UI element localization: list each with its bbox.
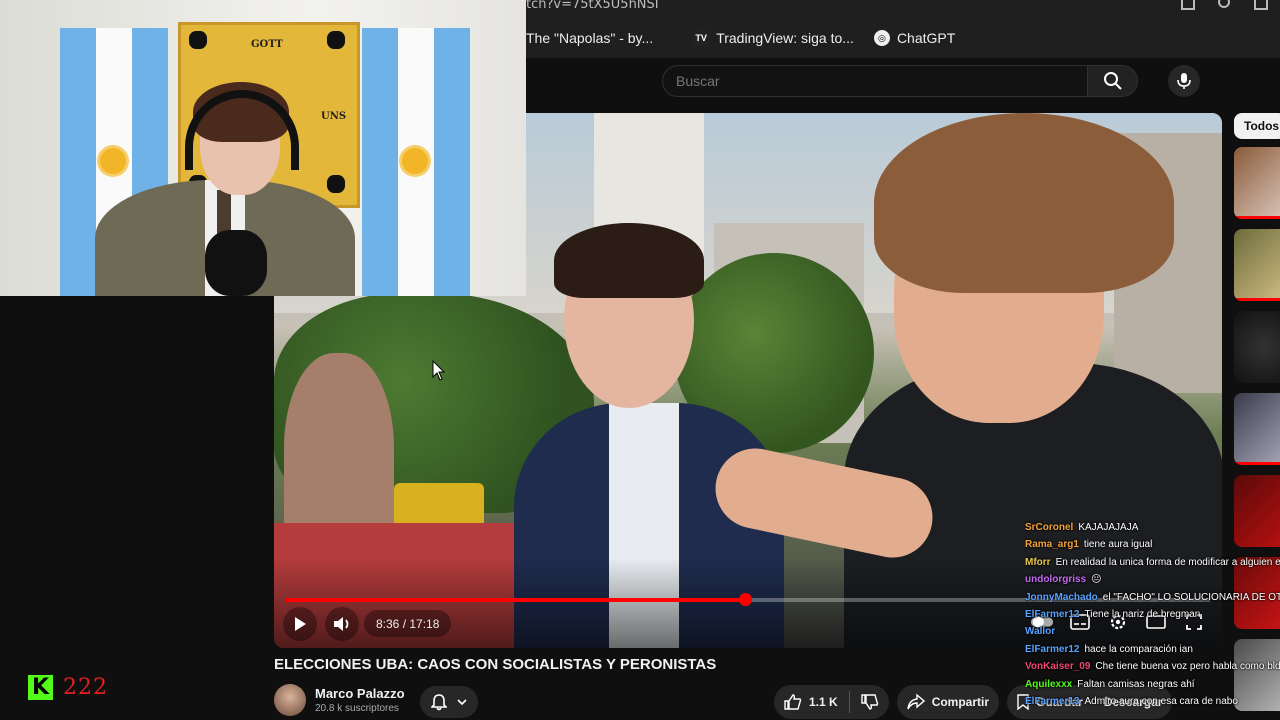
mouse-cursor-icon [432,360,446,381]
chat-message: Rama_arg1 tiene aura igual [1025,536,1280,553]
tradingview-icon: TV [693,30,710,46]
kick-logo-icon: K [28,675,53,700]
share-label: Compartir [931,695,990,709]
chat-message: JonnyMachado el "FACHO" LO SOLUCIONARIA D… [1025,589,1280,606]
extensions-icon[interactable] [1254,0,1268,10]
bookmark-label: ChatGPT [896,30,956,46]
chat-username: undolorgriss [1025,574,1087,586]
chat-text: Che tiene buena voz pero habla como bld [1095,661,1280,673]
video-frame-sign [394,483,484,528]
video-title: ELECCIONES UBA: CAOS CON SOCIALISTAS Y P… [274,656,717,673]
chat-text: Admiro aura con esa cara de nabo [1084,696,1238,708]
share-icon [906,694,925,710]
argentina-flag [362,28,470,296]
chat-username: JonnyMachado [1025,591,1098,603]
chat-text: KAJAJAJAJA [1078,522,1139,533]
divider [848,691,850,713]
kick-viewer-badge: K 222 [28,675,108,700]
watched-bar [1234,216,1280,219]
subscriber-count: 20.8 k suscriptores [315,703,399,714]
chat-text: tiene aura igual [1083,539,1153,551]
watched-bar [1234,298,1280,301]
chatgpt-icon: ◎ [873,30,890,46]
search-button[interactable] [1088,65,1138,97]
bookmark-chatgpt[interactable]: ◎ ChatGPT [873,30,956,46]
download-icon[interactable] [1181,0,1195,10]
share-button[interactable]: Compartir [896,685,1000,719]
streamer-webcam: GOTT UNS [0,0,526,296]
chat-username: ElFarmer12 [1025,609,1080,621]
channel-avatar[interactable] [274,684,306,716]
chat-text: Faltan camisas negras ahí [1077,678,1195,690]
notification-bell-button[interactable] [420,686,478,718]
watched-bar [1234,462,1280,465]
chat-message: undolorgriss 😐 [1025,571,1280,588]
microphone-icon [1177,73,1191,89]
filter-chip-all[interactable]: Todos [1234,113,1280,139]
chat-message: VonKaiser_09 Che tiene buena voz pero hab… [1025,658,1280,675]
chat-message: ElFarmer12 Tiene la nariz de bregman [1025,606,1280,623]
chat-text: 😐 [1091,574,1102,586]
bookmarks-bar: The "Napolas" - by... TV TradingView: si… [526,18,1280,58]
chat-username: VonKaiser_09 [1025,661,1091,673]
thumbs-down-icon[interactable] [860,694,879,710]
chat-username: Wallor [1025,626,1056,638]
search-icon [1103,72,1122,90]
microphone-icon [205,230,267,296]
bookmark-label: TradingView: siga to... [716,30,854,46]
chevron-down-icon [457,698,467,705]
chat-message: Mforr En realidad la unica forma de modif… [1025,554,1280,571]
channel-info[interactable]: Marco Palazzo 20.8 k suscriptores [274,684,405,716]
play-button[interactable] [283,607,317,641]
search-input[interactable] [662,65,1088,97]
progress-played [286,598,745,602]
bookmark-tradingview[interactable]: TV TradingView: siga to... [693,30,854,46]
bell-icon [431,694,447,711]
sun-of-may-icon [402,148,428,174]
url-text: tch?v=75tX5U5hNSI [526,0,659,12]
chat-message: Wallor [1025,623,1280,640]
banner-text-top: GOTT [251,39,283,50]
time-display: 8:36 / 17:18 [364,610,452,637]
chat-message: Aquilexxx Faltan camisas negras ahí [1025,676,1280,693]
chat-text: En realidad la unica forma de modificar … [1055,556,1280,568]
thumbs-up-icon[interactable] [784,694,802,710]
like-dislike-group: 1.1 K [774,685,889,719]
chat-text: el "FACHO" LO SOLUCIONARIA DE OTRA M [1102,591,1280,603]
volume-icon [334,617,349,631]
chat-username: Rama_arg1 [1025,539,1079,551]
suggested-video-thumbnail[interactable] [1234,311,1280,383]
progress-scrubber[interactable] [738,593,752,606]
chat-text: Tiene la nariz de bregman [1084,609,1201,621]
suggested-video-thumbnail[interactable] [1234,393,1280,465]
suggested-video-thumbnail[interactable] [1234,229,1280,301]
chat-message: ElFarmer13 Admiro aura con esa cara de na… [1025,693,1280,710]
search-bar [662,65,1200,97]
chat-username: ElFarmer12 [1025,643,1080,655]
address-bar[interactable]: tch?v=75tX5U5hNSI [526,0,1280,18]
streamer-person [95,80,355,296]
bookmark-napolas[interactable]: The "Napolas" - by... [526,30,653,46]
like-count[interactable]: 1.1 K [809,695,838,709]
volume-button[interactable] [325,607,359,641]
stream-chat-overlay: SrCoronel KAJAJAJAJA Rama_arg1 tiene aura … [1025,519,1280,710]
chat-username: ElFarmer13 [1025,696,1080,708]
search-icon[interactable] [1218,0,1230,8]
chat-username: SrCoronel [1025,522,1074,533]
voice-search-button[interactable] [1168,65,1200,97]
viewer-count: 222 [63,675,108,700]
chat-text: hace la comparación ian [1084,643,1193,655]
chat-message: ElFarmer12 hace la comparación ian [1025,641,1280,658]
chat-username: Aquilexxx [1025,678,1073,690]
play-icon [295,617,306,631]
chat-message: SrCoronel KAJAJAJAJA [1025,519,1280,536]
channel-name[interactable]: Marco Palazzo [315,686,405,701]
chat-username: Mforr [1025,556,1051,568]
bookmark-label: The "Napolas" - by... [526,30,654,46]
suggested-video-thumbnail[interactable] [1234,147,1280,219]
